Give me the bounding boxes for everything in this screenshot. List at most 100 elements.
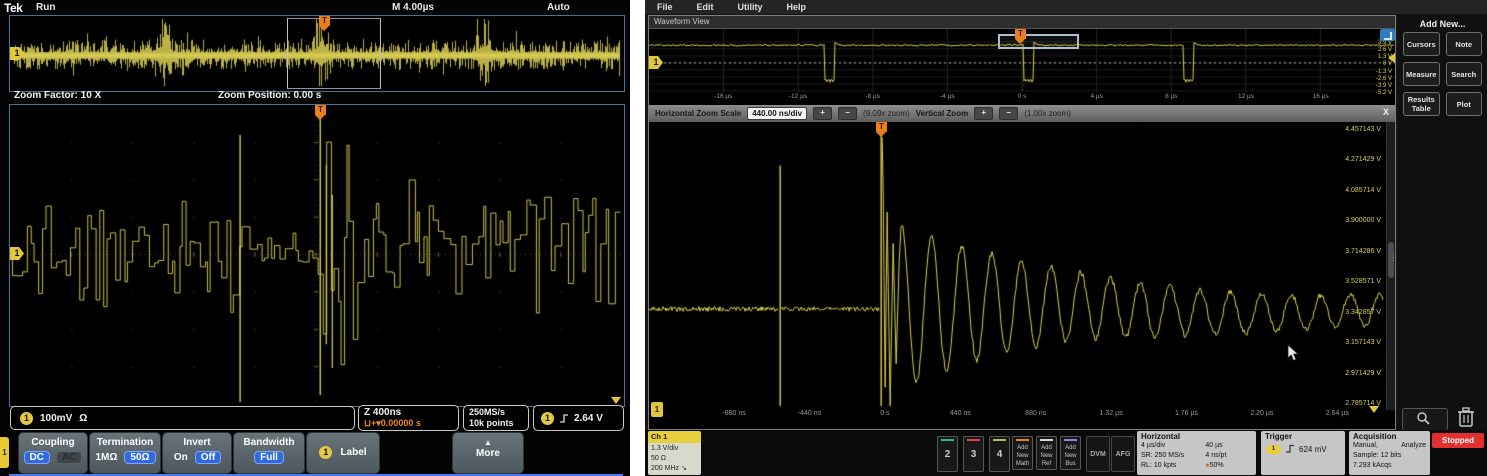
afg-button[interactable]: AFG bbox=[1111, 436, 1135, 472]
more-menu-button[interactable]: ▲ More bbox=[453, 433, 523, 473]
channel1-menu-tab[interactable]: 1 bbox=[0, 437, 9, 468]
menu-item[interactable]: Help bbox=[787, 2, 807, 12]
trigger-position-icon[interactable]: T bbox=[1015, 29, 1026, 39]
coupling-title: Coupling bbox=[19, 437, 87, 448]
trigger-settings-panel[interactable]: Trigger 1 624 mV bbox=[1261, 431, 1345, 475]
sidebar-button[interactable]: Cursors bbox=[1403, 32, 1440, 56]
vzoom-out-button[interactable]: − bbox=[999, 107, 1018, 120]
zoom-in-button[interactable]: + bbox=[813, 107, 832, 120]
label-button-text: Label bbox=[340, 447, 366, 458]
acquisition-sample-bits: Sample: 12 bits bbox=[1349, 451, 1430, 461]
zoom-window-box[interactable] bbox=[998, 34, 1079, 49]
horizontal-panel-title: Horizontal bbox=[1137, 431, 1256, 441]
vertical-scrollbar[interactable] bbox=[1386, 122, 1395, 410]
termination-menu-button[interactable]: Termination 1MΩ 50Ω bbox=[90, 433, 160, 473]
trigger-level-value: 2.64 V bbox=[574, 413, 603, 424]
channel1-settings-badge[interactable]: Ch 1 1.3 V/div 50 Ω 200 MHz ↘ bbox=[648, 431, 701, 475]
zoom-scale-readout[interactable]: Z 400ns ⊔+▾0.00000 s bbox=[358, 405, 459, 431]
volt-tick-label: 4.457143 V bbox=[1345, 126, 1381, 133]
trigger-position-icon[interactable]: T bbox=[319, 16, 330, 26]
zoom-position-value: 0.00000 s bbox=[381, 418, 421, 428]
close-zoom-icon[interactable]: X bbox=[1383, 107, 1389, 117]
add-new-button-grid: CursorsNoteMeasureSearchResults TablePlo… bbox=[1403, 32, 1482, 116]
acquisition-settings-panel[interactable]: Acquisition Manual,Analyze Sample: 12 bi… bbox=[1349, 431, 1430, 475]
horizontal-zoom-scale-value[interactable]: 440.00 ns/div bbox=[747, 107, 807, 120]
overview-strip[interactable]: -16 µs-12 µs-8 µs-4 µs0 s4 µs8 µs12 µs16… bbox=[649, 29, 1395, 106]
dvm-button[interactable]: DVM bbox=[1086, 436, 1110, 472]
zoom-info-row: Zoom Factor: 10 X Zoom Position: 0.00 s bbox=[0, 90, 630, 103]
add-new-button[interactable]: Add New Math bbox=[1012, 436, 1033, 470]
trigger-level-offscreen-icon bbox=[611, 397, 621, 404]
add-new-button[interactable]: Add New Ref bbox=[1036, 436, 1057, 470]
rising-edge-icon bbox=[1285, 444, 1295, 454]
invert-on-option[interactable]: On bbox=[174, 452, 188, 463]
time-tick-label: 4 µs bbox=[1090, 93, 1102, 104]
sidebar-button[interactable]: Note bbox=[1446, 32, 1483, 56]
label-menu-button[interactable]: 1 Label bbox=[307, 433, 379, 473]
add-new-button[interactable]: Add New Bus bbox=[1060, 436, 1081, 470]
left-oscilloscope-screen: Tek Run M 4.00µs Auto T 1 Zoom Factor: 1… bbox=[0, 0, 630, 476]
channel1-impedance: 50 Ω bbox=[651, 454, 698, 464]
coupling-menu-button[interactable]: Coupling DC AC bbox=[19, 433, 87, 473]
invert-off-option[interactable]: Off bbox=[196, 452, 220, 463]
termination-title: Termination bbox=[90, 437, 160, 448]
channel1-readout[interactable]: 1 100mV Ω bbox=[10, 406, 355, 430]
trigger-position-icon[interactable]: T bbox=[315, 105, 326, 115]
channel-button-group: 234 bbox=[937, 430, 1015, 466]
zoomed-waveform-view[interactable]: T 4.457143 V 4.271429 V 4.085714 V 3.900000… bbox=[649, 122, 1395, 429]
zoom-window-bracket[interactable] bbox=[287, 18, 381, 89]
volt-tick-label: 3.900000 V bbox=[1345, 217, 1381, 224]
invert-menu-button[interactable]: Invert On Off bbox=[163, 433, 231, 473]
volt-tick-label: -3.9 V bbox=[1376, 83, 1392, 89]
zoom-time-axis: µs-880 ns-440 ns0 s440 ns880 ns1.32 µs1.… bbox=[621, 410, 1375, 421]
menu-item[interactable]: Utility bbox=[738, 2, 763, 12]
trash-button[interactable] bbox=[1454, 404, 1478, 431]
sample-rate-readout[interactable]: 250MS/s 10k points bbox=[463, 405, 529, 431]
volt-tick-label: 4.271429 V bbox=[1345, 156, 1381, 163]
time-tick-label: -4 µs bbox=[940, 93, 955, 104]
coupling-dc-option[interactable]: DC bbox=[25, 452, 49, 463]
bandwidth-menu-button[interactable]: Bandwidth Full bbox=[234, 433, 304, 473]
trigger-readout[interactable]: 1 2.64 V bbox=[533, 405, 624, 431]
sidebar-button[interactable]: Plot bbox=[1446, 92, 1483, 116]
vzoom-in-button[interactable]: + bbox=[974, 107, 993, 120]
expand-icon[interactable] bbox=[1380, 29, 1395, 41]
channel-scale-readout: 100mV bbox=[40, 413, 72, 424]
volt-tick-label: 0 V bbox=[1383, 61, 1392, 67]
volt-tick-label: -5.2 V bbox=[1376, 90, 1392, 96]
menu-item[interactable]: File bbox=[657, 2, 673, 12]
coupling-ac-option[interactable]: AC bbox=[57, 452, 81, 463]
menu-item[interactable]: Edit bbox=[697, 2, 714, 12]
run-stop-status-button[interactable]: Stopped bbox=[1432, 433, 1484, 448]
mouse-cursor bbox=[1287, 344, 1301, 362]
volt-tick-label: 4.085714 V bbox=[1345, 187, 1381, 194]
horizontal-zoom-factor: (9.09x zoom) bbox=[863, 109, 910, 118]
sidebar-button[interactable]: Results Table bbox=[1403, 92, 1440, 116]
trigger-panel-title: Trigger bbox=[1261, 431, 1345, 441]
channel1-handle-badge[interactable]: 1 bbox=[651, 402, 663, 417]
chevron-up-icon: ▲ bbox=[453, 439, 523, 447]
zoom-position-label: Zoom Position: 0.00 s bbox=[218, 90, 321, 101]
bandwidth-full-option[interactable]: Full bbox=[255, 452, 283, 463]
horizontal-scale-readout: M 4.00µs bbox=[392, 2, 434, 13]
channel-button[interactable]: 3 bbox=[963, 436, 984, 472]
trigger-position-icon[interactable]: T bbox=[876, 122, 887, 132]
zoom-tool-button[interactable] bbox=[1402, 408, 1448, 431]
dual-oscilloscope-screenshot: Tek Run M 4.00µs Auto T 1 Zoom Factor: 1… bbox=[0, 0, 1487, 476]
termination-1mohm-option[interactable]: 1MΩ bbox=[95, 452, 117, 463]
scrollbar-handle[interactable] bbox=[1388, 242, 1394, 278]
time-tick-label: 16 µs bbox=[1313, 93, 1329, 104]
termination-50ohm-option[interactable]: 50Ω bbox=[125, 452, 154, 463]
record-length: RL: 10 kpts bbox=[1141, 461, 1205, 471]
channel-button[interactable]: 4 bbox=[989, 436, 1010, 472]
sidebar-button[interactable]: Search bbox=[1446, 62, 1483, 86]
channel-button[interactable]: 2 bbox=[937, 436, 958, 472]
zoom-out-button[interactable]: − bbox=[838, 107, 857, 120]
sidebar-button[interactable]: Measure bbox=[1403, 62, 1440, 86]
time-tick-label: 0 s bbox=[1018, 93, 1027, 104]
right-zoom-trace[interactable] bbox=[649, 123, 1386, 407]
zoomed-waveform-panel: T 1 bbox=[9, 104, 625, 407]
channel1-badge: 1 bbox=[20, 412, 33, 425]
horizontal-settings-panel[interactable]: Horizontal 4 µs/div40 µs SR: 250 MS/s4 n… bbox=[1137, 431, 1256, 475]
trash-icon bbox=[1454, 404, 1478, 431]
